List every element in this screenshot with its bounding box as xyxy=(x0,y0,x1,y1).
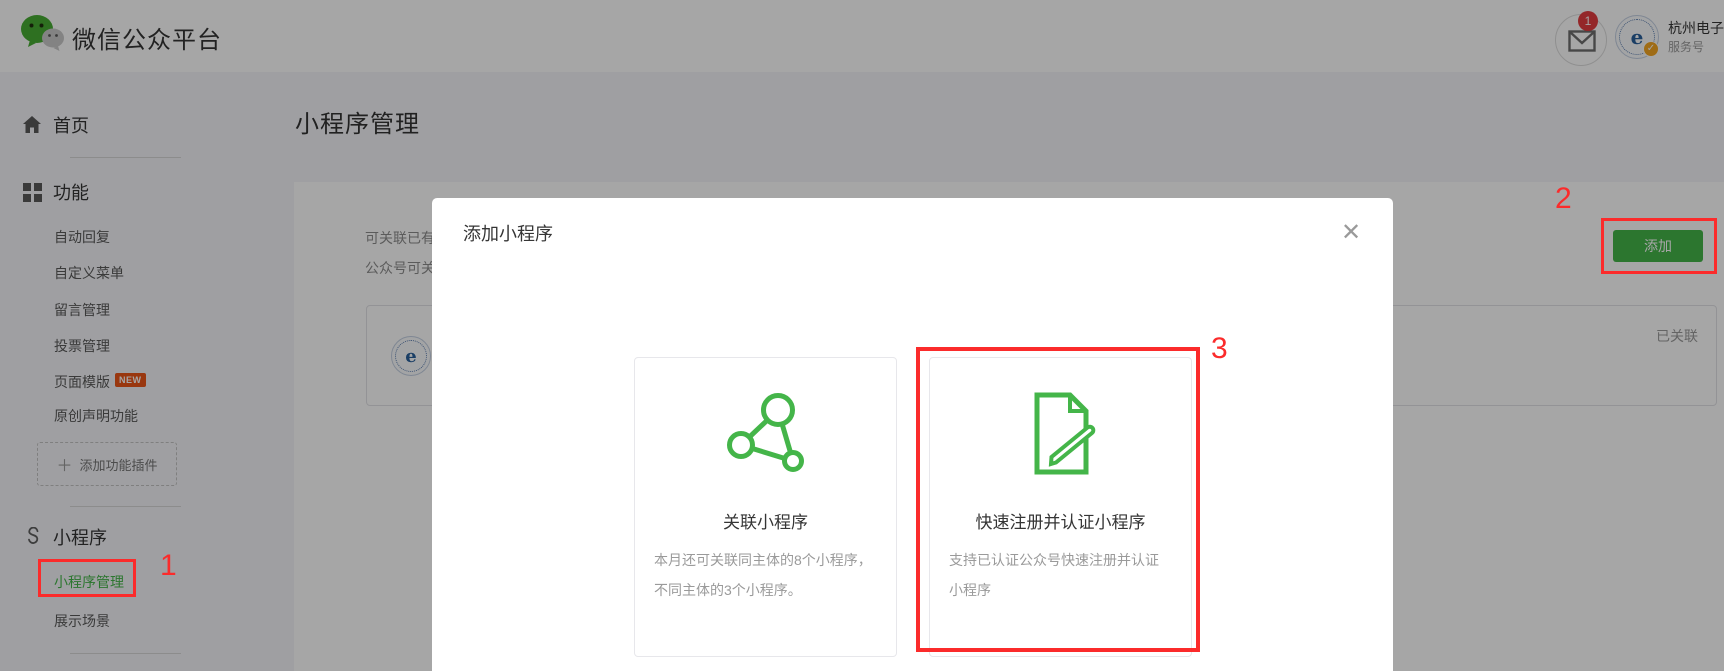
card-desc-line1: 支持已认证公众号快速注册并认证 xyxy=(949,545,1172,575)
card-description: 本月还可关联同主体的8个小程序， 不同主体的3个小程序。 xyxy=(654,545,877,605)
link-miniprogram-card[interactable]: 关联小程序 本月还可关联同主体的8个小程序， 不同主体的3个小程序。 xyxy=(634,357,897,657)
card-desc-line1: 本月还可关联同主体的8个小程序， xyxy=(654,545,877,575)
modal-title: 添加小程序 xyxy=(463,220,553,246)
card-description: 支持已认证公众号快速注册并认证 小程序 xyxy=(949,545,1172,605)
add-miniprogram-modal: 添加小程序 ✕ 关联小程序 本月还可关联同主体的8个小程序， xyxy=(432,198,1393,671)
card-title: 快速注册并认证小程序 xyxy=(930,508,1191,533)
card-desc-line2: 小程序 xyxy=(949,575,1172,605)
register-document-icon xyxy=(1017,388,1105,476)
quick-register-card[interactable]: 快速注册并认证小程序 支持已认证公众号快速注册并认证 小程序 xyxy=(929,357,1192,657)
card-desc-line2: 不同主体的3个小程序。 xyxy=(654,575,877,605)
wechat-mp-admin-page: 微信公众平台 1 e ✓ 杭州电子商 服务号 首页 功能 xyxy=(0,0,1724,671)
card-title: 关联小程序 xyxy=(635,508,896,533)
close-icon[interactable]: ✕ xyxy=(1335,218,1367,250)
link-network-icon xyxy=(722,388,810,476)
